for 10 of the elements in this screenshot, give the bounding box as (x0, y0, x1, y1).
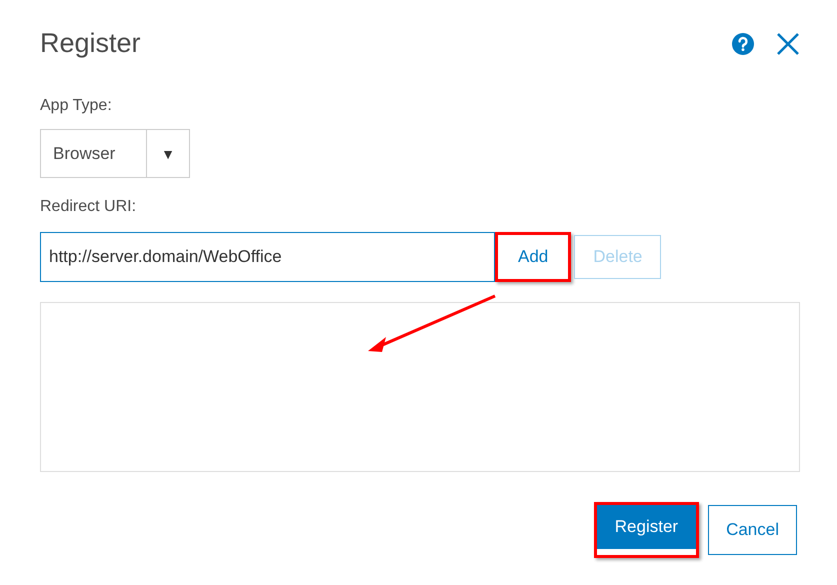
register-button[interactable]: Register (596, 505, 696, 549)
field-label: App Type: (40, 97, 113, 115)
help-icon[interactable] (732, 32, 754, 54)
cancel-button[interactable]: Cancel (708, 505, 797, 555)
app-type-dropdown[interactable]: Browser ▼ (40, 129, 190, 178)
redirect-uri-field[interactable]: http://server.domain/WebOffice (40, 232, 495, 282)
uri-button[interactable]: Add (498, 235, 568, 279)
close-icon[interactable] (776, 32, 800, 56)
dialog-title: Register (40, 28, 141, 59)
field-label: Redirect URI: (40, 198, 138, 216)
